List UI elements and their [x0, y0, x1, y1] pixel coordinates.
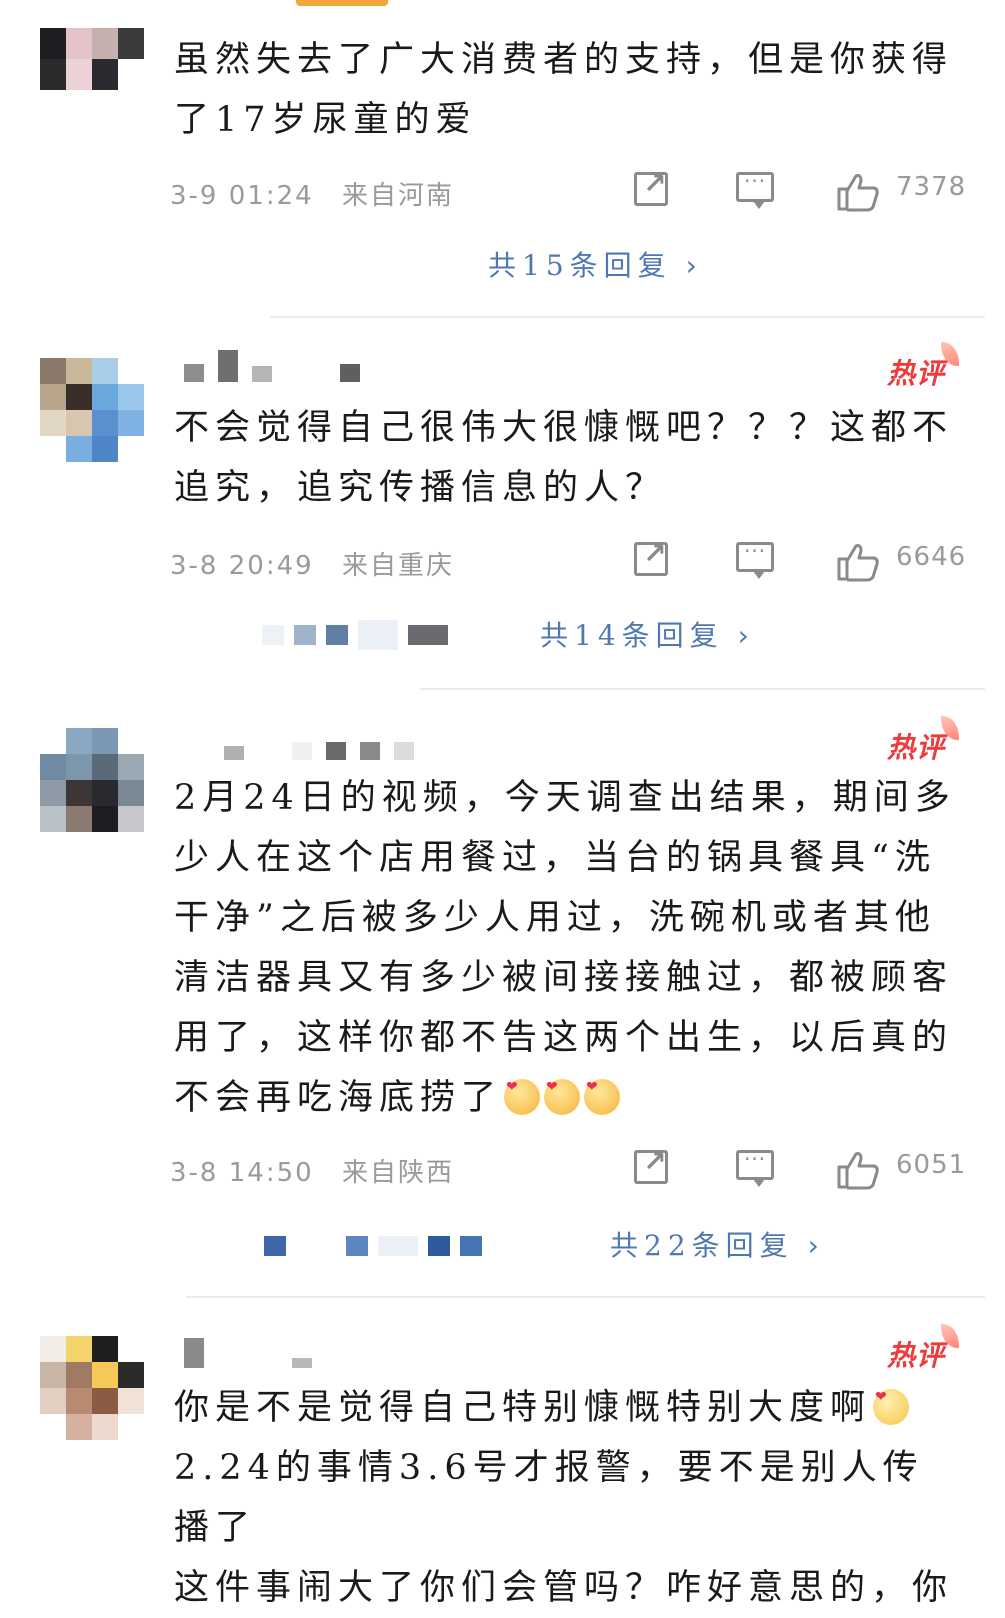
comment-item-3: 热评 2月24日的视频，今天调查出结果，期间多少人在这个店用餐过，当台的锅具餐具… — [0, 692, 1005, 1292]
comment-body: 2月24日的视频，今天调查出结果，期间多少人在这个店用餐过，当台的锅具餐具“洗干… — [174, 778, 956, 1118]
comment-time: 3-8 20:49 — [170, 551, 314, 581]
divider — [186, 1296, 985, 1298]
redacted-blocks — [262, 620, 448, 650]
hot-comment-badge: 热评 — [887, 1324, 960, 1374]
username-redacted[interactable] — [184, 1338, 312, 1368]
like-icon[interactable] — [836, 1150, 880, 1190]
like-count: 7378 — [896, 172, 967, 202]
hot-comment-badge: 热评 — [887, 716, 960, 766]
like-count: 6646 — [896, 542, 967, 572]
avatar[interactable] — [40, 1336, 144, 1440]
comment-icon[interactable] — [736, 1147, 774, 1187]
divider — [420, 688, 985, 690]
comment-item-1: 虽然失去了广大消费者的支持，但是你获得了17岁尿童的爱 3-9 01:24 来自… — [0, 0, 1005, 320]
comment-time: 3-9 01:24 — [170, 181, 314, 211]
comment-icon[interactable] — [736, 169, 774, 209]
comment-location: 来自河南 — [341, 181, 454, 211]
comment-line-1: 你是不是觉得自己特别慷慨特别大度啊 — [174, 1388, 872, 1428]
share-icon[interactable] — [634, 167, 668, 206]
chevron-right-icon: › — [685, 249, 703, 282]
avatar[interactable] — [40, 28, 144, 90]
comment-icon[interactable] — [736, 539, 774, 579]
redacted-blocks — [264, 1236, 482, 1256]
like-count: 6051 — [896, 1150, 967, 1180]
comment-actions: 7378 — [630, 167, 965, 216]
username-redacted[interactable] — [224, 734, 414, 760]
comment-line-3: 这件事闹大了你们会管吗？咋好意思的，你 — [174, 1568, 954, 1608]
divider — [270, 316, 985, 318]
comment-item-4: 热评 你是不是觉得自己特别慷慨特别大度啊 2.24的事情3.6号才报警，要不是别… — [0, 1300, 1005, 1608]
comment-time: 3-8 14:50 — [170, 1158, 314, 1188]
comment-actions: 6051 — [630, 1145, 965, 1194]
replies-label: 共14条回复 — [540, 619, 724, 652]
view-replies-link[interactable]: 共22条回复 › — [610, 1224, 825, 1264]
comment-text: 2月24日的视频，今天调查出结果，期间多少人在这个店用餐过，当台的锅具餐具“洗干… — [174, 768, 964, 1128]
love-emoji-icon — [544, 1057, 581, 1117]
replies-label: 共22条回复 — [610, 1229, 794, 1262]
comment-location: 来自重庆 — [341, 551, 454, 581]
love-emoji-icon — [584, 1057, 621, 1117]
share-icon[interactable] — [634, 1145, 668, 1184]
comment-line-2: 2.24的事情3.6号才报警，要不是别人传播了 — [174, 1448, 924, 1548]
shy-emoji-icon — [873, 1367, 910, 1427]
hot-comment-badge: 热评 — [887, 342, 960, 392]
comment-text: 虽然失去了广大消费者的支持，但是你获得了17岁尿童的爱 — [174, 40, 954, 140]
comment-actions: 6646 — [630, 537, 965, 586]
comment-text: 不会觉得自己很伟大很慷慨吧？？？这都不追究，追究传播信息的人？ — [174, 408, 954, 508]
like-icon[interactable] — [836, 542, 880, 582]
comment-meta: 3-8 20:49 来自重庆 — [170, 545, 472, 582]
like-icon[interactable] — [836, 172, 880, 212]
view-replies-link[interactable]: 共15条回复 › — [488, 244, 703, 284]
comment-meta: 3-9 01:24 来自河南 — [170, 175, 472, 212]
love-emoji-icon — [504, 1057, 541, 1117]
share-icon[interactable] — [634, 537, 668, 576]
avatar[interactable] — [40, 728, 144, 832]
comment-item-2: 热评 不会觉得自己很伟大很慷慨吧？？？这都不追究，追究传播信息的人？ 3-8 2… — [0, 320, 1005, 690]
replies-label: 共15条回复 — [488, 249, 672, 282]
comment-location: 来自陕西 — [341, 1158, 454, 1188]
avatar[interactable] — [40, 358, 144, 462]
comment-line: 你是不是觉得自己特别慷慨特别大度啊 — [174, 1367, 964, 1438]
chevron-right-icon: › — [737, 619, 755, 652]
view-replies-link[interactable]: 共14条回复 › — [540, 614, 755, 654]
chevron-right-icon: › — [807, 1229, 825, 1262]
comment-meta: 3-8 14:50 来自陕西 — [170, 1152, 472, 1189]
username-redacted[interactable] — [184, 350, 360, 382]
comment-text: 你是不是觉得自己特别慷慨特别大度啊 2.24的事情3.6号才报警，要不是别人传播… — [174, 1367, 964, 1618]
